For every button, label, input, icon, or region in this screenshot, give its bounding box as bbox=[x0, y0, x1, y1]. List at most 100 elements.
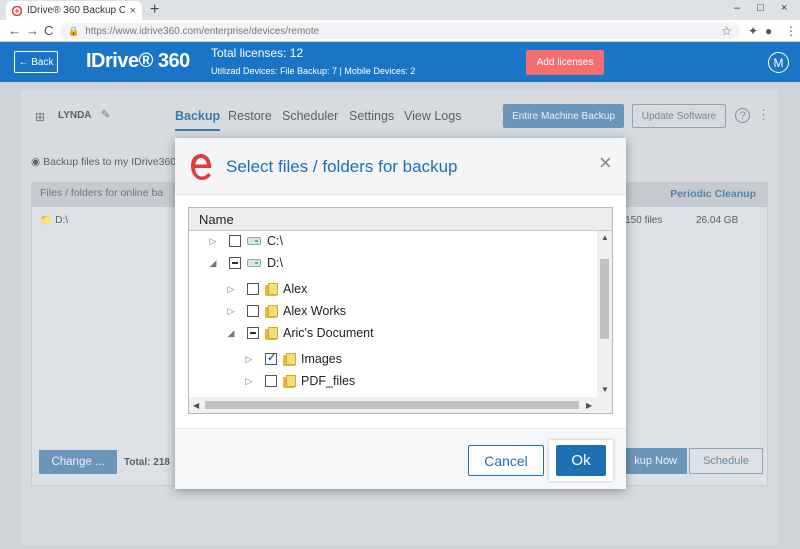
folder-icon bbox=[283, 374, 296, 388]
tab-scheduler[interactable]: Scheduler bbox=[282, 109, 338, 123]
vertical-scroll-thumb[interactable] bbox=[600, 259, 609, 339]
scroll-down-arrow-icon[interactable]: ▼ bbox=[601, 385, 609, 394]
periodic-cleanup-link[interactable]: Periodic Cleanup bbox=[670, 188, 756, 200]
browser-tab[interactable]: IDrive® 360 Backup Console fo × bbox=[6, 1, 142, 20]
expand-arrow-icon[interactable]: ▷ bbox=[207, 236, 219, 247]
back-arrow-icon[interactable]: ← bbox=[8, 23, 21, 39]
add-licenses-button[interactable]: Add licenses bbox=[526, 50, 604, 75]
dialog-title: Select files / folders for backup bbox=[226, 157, 458, 176]
reload-icon[interactable]: C bbox=[44, 23, 53, 39]
idrive-e-logo-icon bbox=[191, 154, 212, 180]
backup-destination-radio[interactable]: ◉ Backup files to my IDrive360 bbox=[31, 156, 176, 168]
file-tree: Name ▷ C:\ ◢ D:\ ▷ Alex ▷ Alex Works ◢ Aric's Doc… bbox=[188, 207, 613, 414]
expand-arrow-icon[interactable]: ▷ bbox=[243, 376, 255, 387]
tree-node-label: Alex Works bbox=[283, 304, 346, 318]
tree-node-checkbox[interactable] bbox=[265, 375, 277, 387]
tree-node-checkbox[interactable] bbox=[247, 305, 259, 317]
tree-node-checkbox[interactable] bbox=[229, 257, 241, 269]
select-files-dialog: Select files / folders for backup × Name… bbox=[175, 138, 626, 489]
files-size: 26.04 GB bbox=[696, 215, 739, 226]
tree-node[interactable]: ◢ Aric's Document bbox=[225, 323, 374, 343]
idrive-favicon-icon bbox=[12, 5, 22, 16]
ok-button-focus-ring: Ok bbox=[549, 440, 613, 481]
url-text: https://www.idrive360.com/enterprise/dev… bbox=[85, 25, 320, 37]
avatar[interactable]: M bbox=[768, 52, 789, 73]
url-field[interactable]: 🔒 https://www.idrive360.com/enterprise/d… bbox=[60, 23, 740, 39]
more-options-icon[interactable]: ⋮ bbox=[757, 107, 770, 123]
change-button[interactable]: Change ... bbox=[39, 450, 117, 474]
total-licenses: Total licenses: 12 bbox=[211, 46, 304, 60]
license-detail: Utilizad Devices: File Backup: 7 | Mobil… bbox=[211, 66, 416, 76]
tree-node-label: PDF_files bbox=[301, 374, 356, 388]
folder-icon bbox=[265, 282, 278, 296]
horizontal-scroll-thumb[interactable] bbox=[205, 401, 579, 409]
help-icon[interactable]: ? bbox=[735, 108, 750, 123]
minimize-icon[interactable]: – bbox=[734, 2, 740, 14]
forward-arrow-icon[interactable]: → bbox=[26, 23, 39, 39]
files-list-header-label: Files / folders for online ba bbox=[40, 187, 164, 199]
tree-node-label: C:\ bbox=[267, 234, 283, 248]
tree-node[interactable]: ▷ PDF_files bbox=[243, 371, 356, 391]
drive-icon bbox=[247, 237, 261, 245]
tab-title: IDrive® 360 Backup Console fo bbox=[27, 5, 125, 16]
total-text: Total: 218 bbox=[124, 457, 170, 468]
horizontal-scrollbar[interactable]: ◀ ▶ bbox=[189, 397, 612, 413]
cancel-button[interactable]: Cancel bbox=[468, 445, 544, 476]
dialog-footer: Cancel Ok bbox=[175, 428, 626, 489]
app-header: ← Back IDrive® 360 Total licenses: 12 Ut… bbox=[0, 42, 800, 82]
tree-node[interactable]: ▷ C:\ bbox=[207, 231, 283, 251]
scroll-right-arrow-icon[interactable]: ▶ bbox=[586, 401, 592, 410]
tab-view-logs[interactable]: View Logs bbox=[404, 109, 461, 123]
new-tab-button[interactable]: + bbox=[150, 1, 159, 19]
tab-settings[interactable]: Settings bbox=[349, 109, 394, 123]
update-software-button[interactable]: Update Software bbox=[632, 104, 726, 128]
folder-icon bbox=[265, 326, 278, 340]
backup-destination-label: Backup files to my IDrive360 bbox=[43, 156, 177, 168]
expand-arrow-icon[interactable]: ▷ bbox=[225, 306, 237, 317]
tree-node-checkbox[interactable] bbox=[247, 283, 259, 295]
address-bar: ← → C 🔒 https://www.idrive360.com/enterp… bbox=[0, 20, 800, 42]
tree-node[interactable]: ◢ D:\ bbox=[207, 253, 283, 273]
browser-menu-icon[interactable]: ⋮ bbox=[785, 24, 797, 38]
scroll-up-arrow-icon[interactable]: ▲ bbox=[601, 233, 609, 242]
back-button[interactable]: ← Back bbox=[14, 51, 58, 73]
tree-node[interactable]: ▷ Images bbox=[243, 349, 342, 369]
tree-node-label: D:\ bbox=[267, 256, 283, 270]
folder-icon bbox=[283, 352, 296, 366]
ok-button[interactable]: Ok bbox=[556, 445, 606, 476]
edit-pencil-icon[interactable]: ✎ bbox=[101, 108, 110, 121]
computer-name: LYNDA bbox=[58, 110, 92, 121]
tree-node[interactable]: ▷ Alex bbox=[225, 279, 308, 299]
tree-node[interactable]: ▷ Alex Works bbox=[225, 301, 346, 321]
expand-arrow-icon[interactable]: ▷ bbox=[225, 284, 237, 295]
tree-node-checkbox[interactable] bbox=[229, 235, 241, 247]
schedule-button[interactable]: Schedule bbox=[689, 448, 763, 474]
lock-icon: 🔒 bbox=[68, 25, 80, 36]
maximize-icon[interactable]: □ bbox=[757, 2, 764, 14]
bookmark-star-icon[interactable]: ☆ bbox=[721, 24, 732, 38]
collapse-arrow-icon[interactable]: ◢ bbox=[225, 328, 237, 339]
tab-close-icon[interactable]: × bbox=[130, 5, 136, 17]
tab-restore[interactable]: Restore bbox=[228, 109, 272, 123]
window-close-icon[interactable]: × bbox=[781, 2, 787, 14]
dialog-header: Select files / folders for backup × bbox=[175, 138, 626, 195]
scroll-left-arrow-icon[interactable]: ◀ bbox=[193, 401, 199, 410]
dialog-close-icon[interactable]: × bbox=[599, 152, 612, 174]
profile-icon[interactable]: ● bbox=[765, 24, 772, 38]
extensions-icon[interactable]: ✦ bbox=[748, 24, 758, 38]
browser-tab-bar: IDrive® 360 Backup Console fo × + – □ × bbox=[0, 0, 800, 20]
tree-column-header: Name bbox=[189, 208, 612, 231]
windows-icon: ⊞ bbox=[35, 110, 46, 124]
folder-icon bbox=[265, 304, 278, 318]
tree-node-checkbox[interactable] bbox=[265, 351, 277, 365]
entire-machine-backup-button[interactable]: Entire Machine Backup bbox=[503, 104, 624, 128]
collapse-arrow-icon[interactable]: ◢ bbox=[207, 258, 219, 269]
list-item: 📁 D:\ bbox=[40, 215, 69, 226]
tree-node-label: Images bbox=[301, 352, 342, 366]
tree-rows: ▷ C:\ ◢ D:\ ▷ Alex ▷ Alex Works ◢ Aric's Document… bbox=[189, 231, 597, 397]
expand-arrow-icon[interactable]: ▷ bbox=[243, 354, 255, 365]
idrive-logo: IDrive® 360 bbox=[86, 50, 190, 72]
tab-backup[interactable]: Backup bbox=[175, 109, 221, 131]
vertical-scrollbar[interactable]: ▲ ▼ bbox=[597, 231, 612, 397]
tree-node-checkbox[interactable] bbox=[247, 327, 259, 339]
